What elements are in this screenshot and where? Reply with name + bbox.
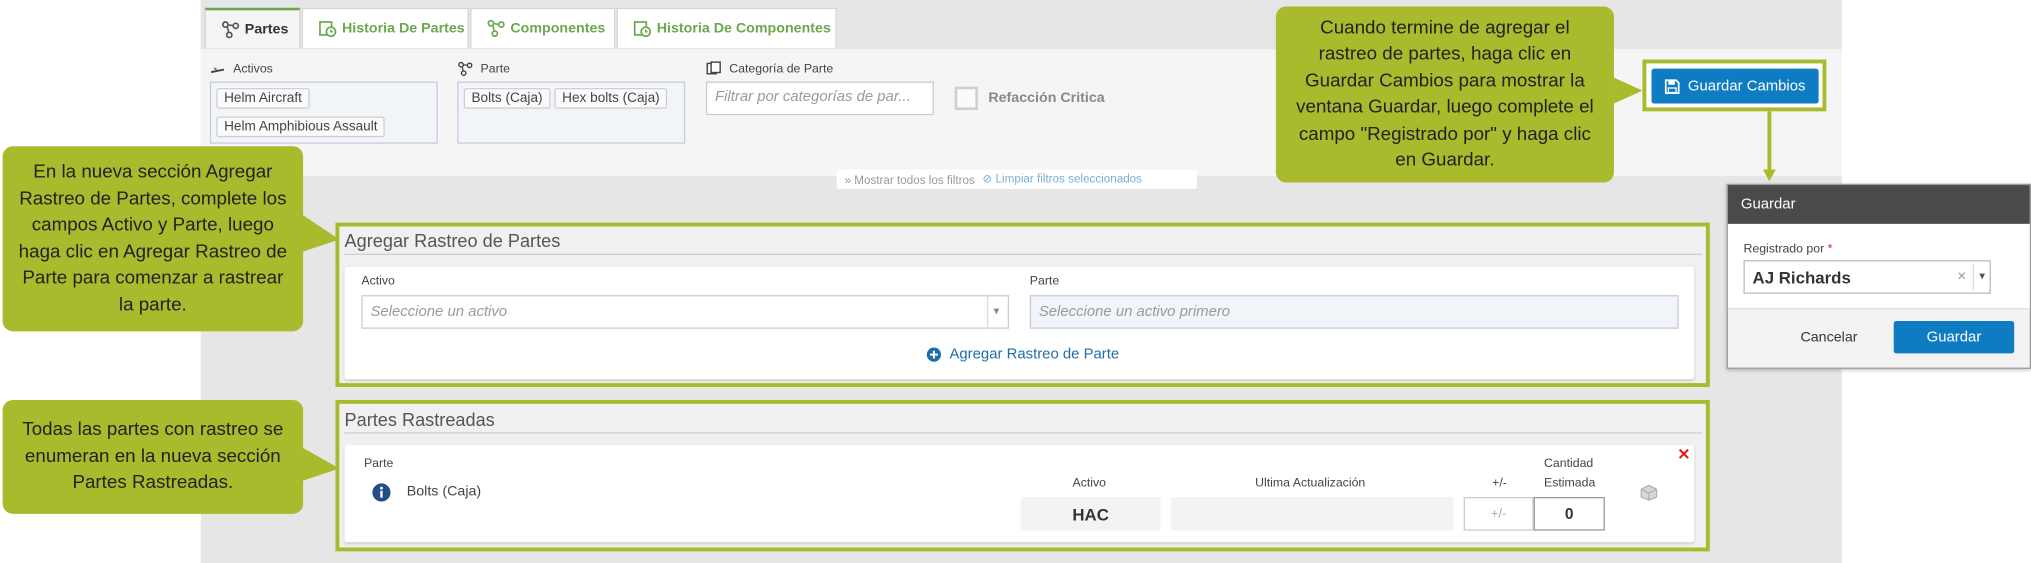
tracked-activo-value: HAC	[1020, 497, 1161, 531]
callout-tracked-parts-instructions: Todas las partes con rastreo se enumeran…	[2, 399, 304, 514]
save-changes-button[interactable]: Guardar Cambios	[1651, 68, 1819, 104]
tab-label: Partes	[244, 21, 289, 37]
activo-chip[interactable]: Helm Aircraft	[216, 88, 310, 109]
tracked-part-name: Bolts (Caja)	[406, 484, 482, 500]
components-icon	[487, 19, 505, 38]
plus-circle-icon	[926, 347, 942, 362]
col-activo-header: Activo	[1072, 476, 1107, 491]
required-mark: *	[1827, 242, 1833, 257]
activo-select[interactable]: Seleccione un activo	[361, 295, 1010, 329]
clear-icon[interactable]: ×	[1957, 267, 1966, 285]
parte-chip[interactable]: Hex bolts (Caja)	[554, 88, 668, 109]
parte-filter-label: Parte	[457, 61, 510, 77]
refaccion-critica-label: Refacción Critica	[988, 90, 1105, 107]
col-parte-header: Parte	[363, 456, 394, 472]
divider	[344, 253, 1703, 255]
aircraft-icon	[211, 67, 225, 74]
activos-filter-label: Activos	[210, 61, 273, 77]
callout-save-instructions: Cuando termine de agregar el rastreo de …	[1275, 6, 1614, 183]
registrado-por-select[interactable]: AJ Richards × ▾	[1743, 260, 1991, 294]
tab-label: Historia De Partes	[341, 20, 465, 37]
history-icon	[319, 21, 337, 38]
category-icon	[706, 61, 721, 75]
parte-select[interactable]: Seleccione un activo primero	[1029, 295, 1679, 329]
cantidad-input[interactable]: 0	[1533, 497, 1605, 531]
chevron-down-icon[interactable]: ▾	[1979, 269, 1985, 283]
dialog-body: Registrado por * AJ Richards × ▾	[1727, 223, 2030, 310]
filters-toggle-bar: » Mostrar todos los filtros ⊘ Limpiar fi…	[836, 169, 1197, 189]
callout-add-tracking-instructions: En la nueva sección Agregar Rastreo de P…	[2, 146, 304, 332]
guardar-button[interactable]: Guardar	[1893, 320, 2015, 354]
show-all-filters-link[interactable]: » Mostrar todos los filtros	[845, 173, 975, 186]
col-cantidad-header-2: Estimada	[1543, 476, 1596, 491]
registrado-por-value: AJ Richards	[1752, 267, 1851, 288]
tab-partes[interactable]: Partes	[204, 7, 301, 48]
add-tracking-title: Agregar Rastreo de Partes	[344, 230, 561, 252]
chevron-down-icon: ▾	[993, 304, 1000, 318]
parte-field-label: Parte	[1029, 274, 1060, 289]
tab-historia-de-partes[interactable]: Historia De Partes	[301, 7, 469, 48]
dialog-title: Guardar	[1727, 185, 2030, 224]
save-dialog: Guardar Registrado por * AJ Richards × ▾…	[1726, 183, 2031, 369]
tab-label: Componentes	[510, 20, 606, 37]
tracked-parts-title: Partes Rastreadas	[344, 408, 495, 430]
col-ultima-header: Ultima Actualización	[1255, 476, 1366, 491]
plusminus-input[interactable]: +/-	[1463, 497, 1534, 531]
activo-chip[interactable]: Helm Amphibious Assault	[216, 116, 386, 138]
box-icon[interactable]	[1640, 484, 1658, 501]
col-plusminus-header: +/-	[1492, 476, 1507, 491]
parts-icon	[221, 20, 240, 38]
activo-field-label: Activo	[361, 274, 395, 289]
col-cantidad-header-1: Cantidad	[1543, 456, 1594, 472]
remove-icon[interactable]: ✕	[1677, 445, 1690, 463]
categoria-filter-input[interactable]: Filtrar por categorías de par...	[705, 81, 934, 116]
info-icon[interactable]	[372, 483, 391, 502]
parte-chip[interactable]: Bolts (Caja)	[463, 88, 551, 109]
divider	[344, 432, 1703, 434]
categoria-filter-label: Categoría de Parte	[706, 61, 833, 77]
registrado-por-label: Registrado por *	[1743, 242, 1833, 257]
floppy-disk-icon	[1665, 78, 1680, 94]
select-separator	[987, 295, 989, 329]
parts-icon	[458, 61, 473, 77]
tab-label: Historia De Componentes	[656, 20, 831, 37]
cancel-button[interactable]: Cancelar	[1800, 330, 1857, 346]
tab-componentes[interactable]: Componentes	[470, 7, 616, 48]
tracked-ultima-value	[1170, 497, 1454, 531]
tab-historia-de-componentes[interactable]: Historia De Componentes	[616, 7, 837, 48]
history-icon	[633, 21, 652, 38]
clear-filters-link[interactable]: ⊘ Limpiar filtros seleccionados	[983, 172, 1142, 186]
refaccion-critica-checkbox[interactable]	[954, 86, 978, 111]
select-separator	[1972, 264, 1975, 292]
add-tracking-link[interactable]: Agregar Rastreo de Parte	[926, 347, 1119, 362]
